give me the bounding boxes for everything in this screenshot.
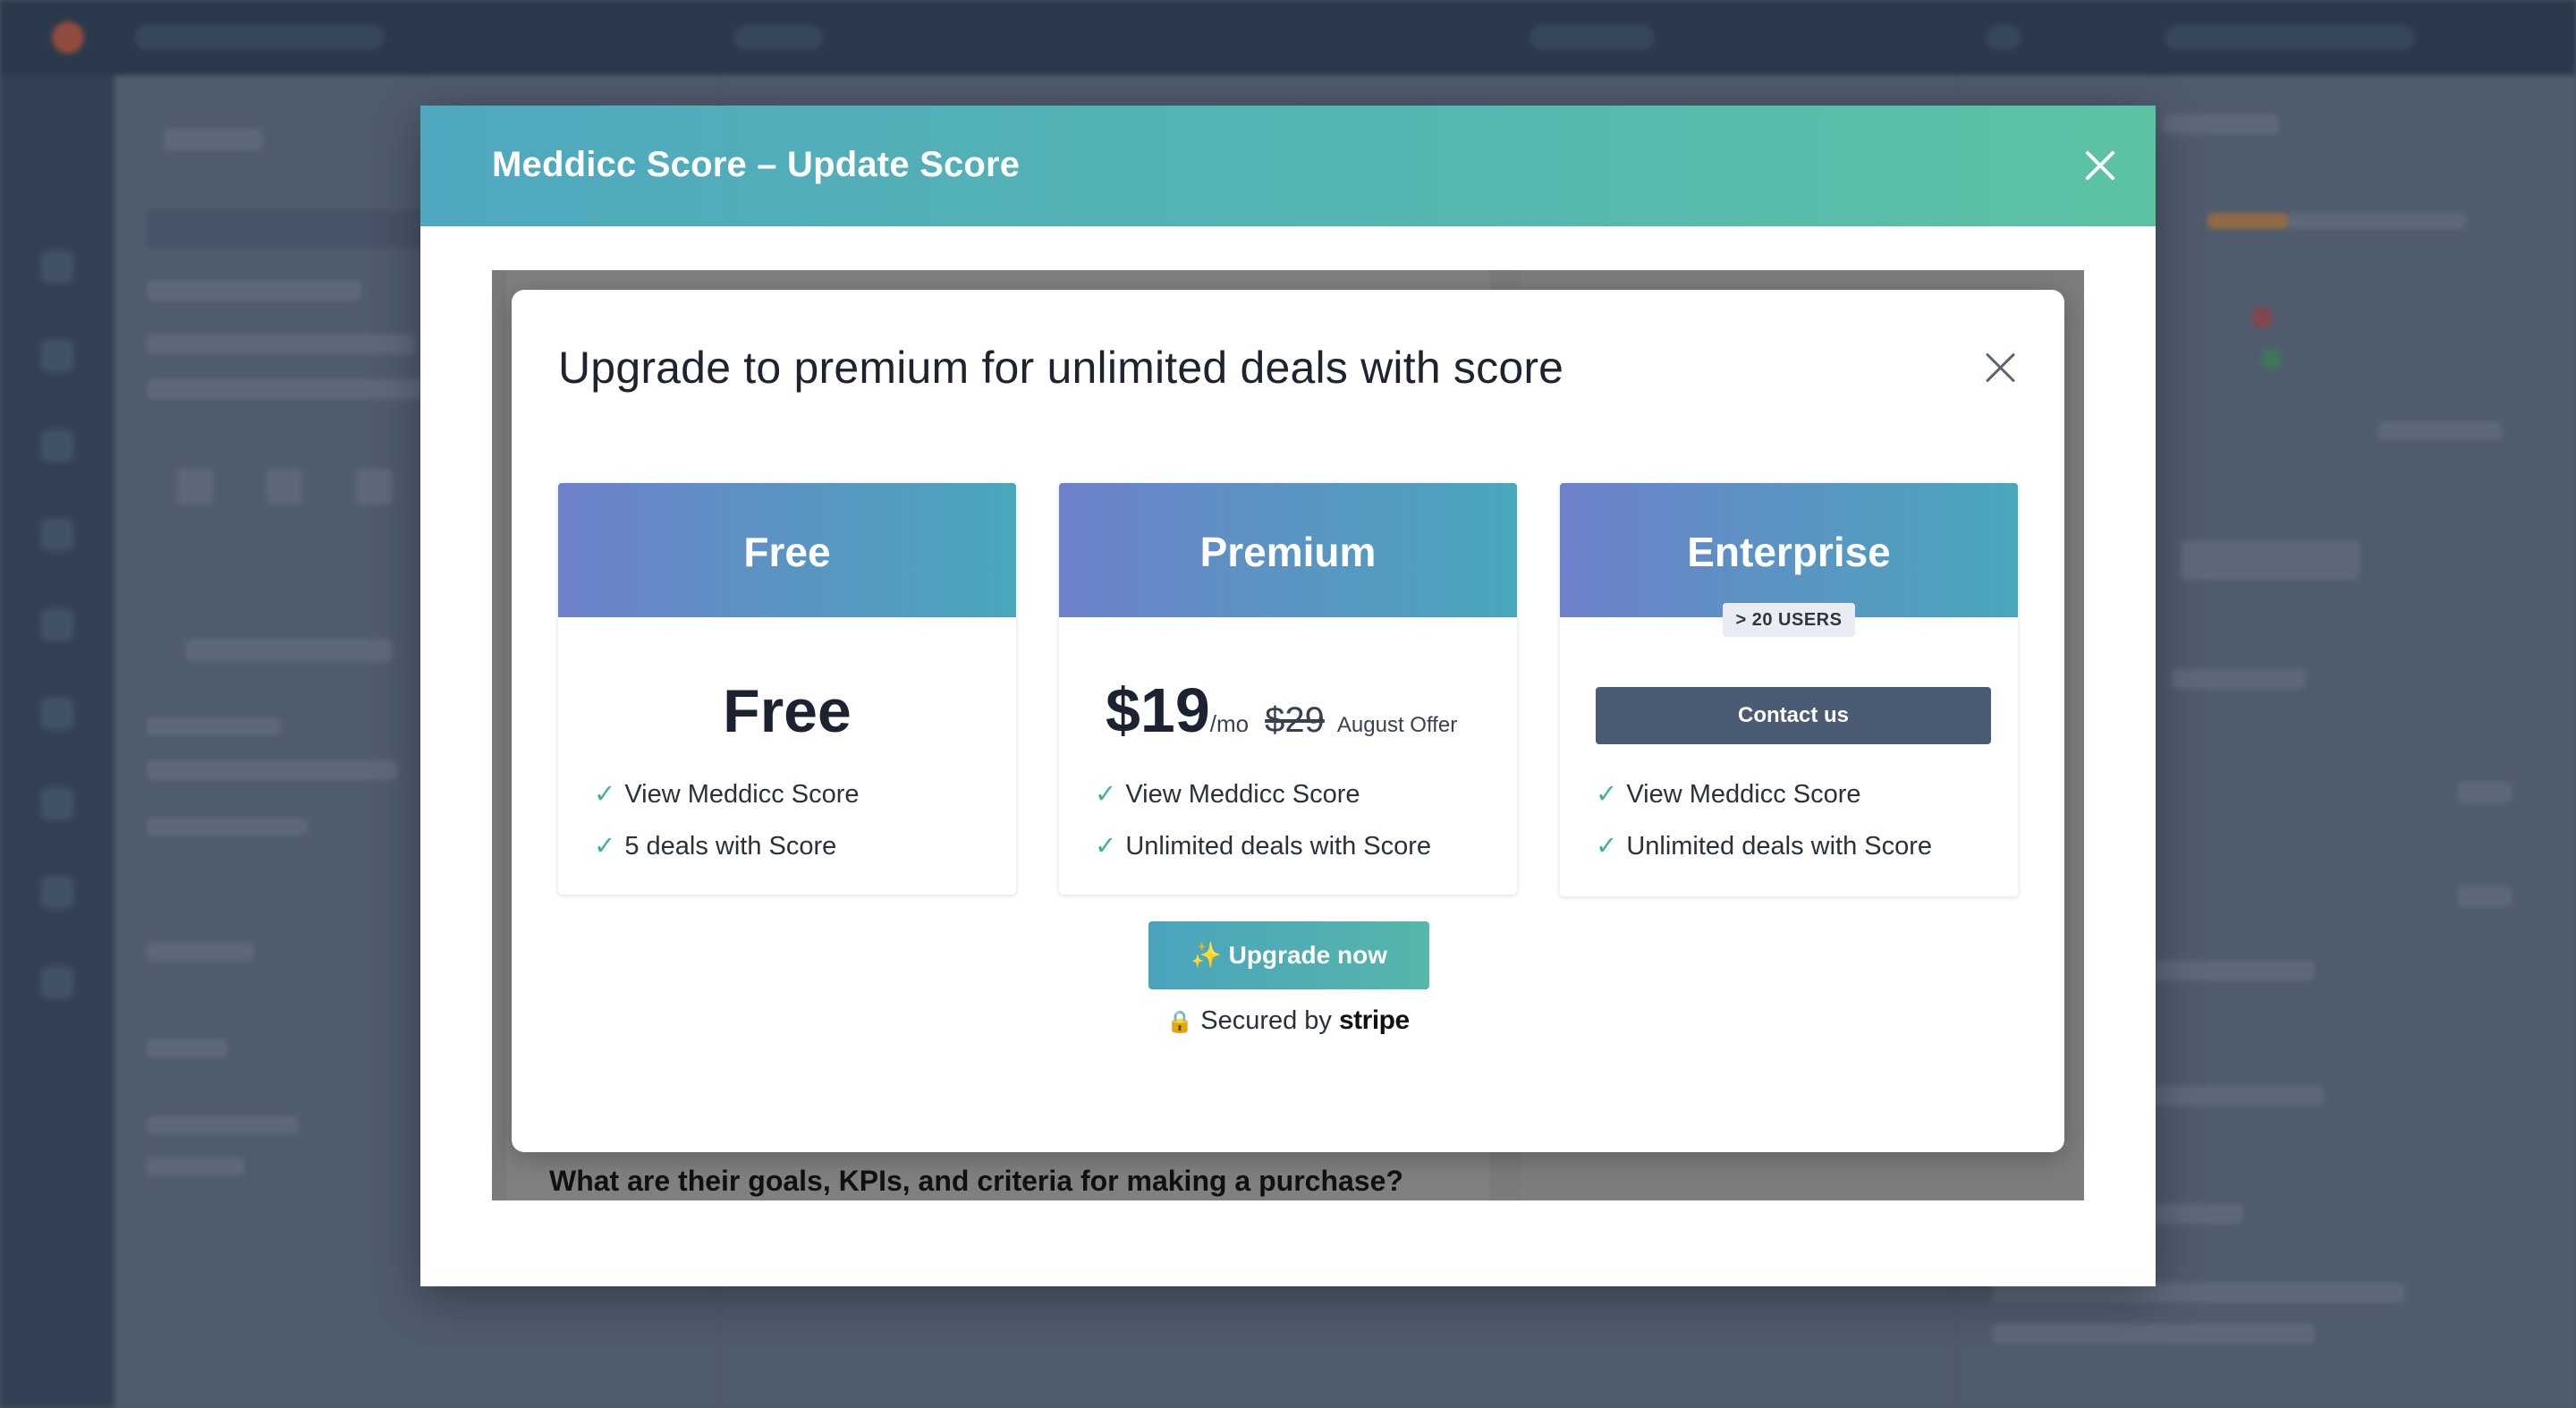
plan-header: Free xyxy=(558,483,1016,617)
upgrade-dialog: Upgrade to premium for unlimited deals w… xyxy=(512,290,2064,1152)
feature-item: ✓ View Meddicc Score xyxy=(1596,780,1861,809)
check-icon: ✓ xyxy=(1095,832,1117,861)
plan-header: Enterprise > 20 USERS xyxy=(1560,483,2018,637)
users-badge: > 20 USERS xyxy=(1723,603,1855,637)
feature-item: ✓ Unlimited deals with Score xyxy=(1095,832,1432,861)
modal-header: Meddicc Score – Update Score xyxy=(420,106,2156,226)
modal-title: Meddicc Score – Update Score xyxy=(492,145,1021,184)
secured-label: Secured by xyxy=(1200,1006,1332,1035)
feature-item: ✓ View Meddicc Score xyxy=(594,780,860,809)
upgrade-now-button[interactable]: ✨ Upgrade now xyxy=(1148,921,1429,989)
old-price: $29 xyxy=(1265,700,1325,740)
close-icon[interactable] xyxy=(1984,351,2018,385)
plan-card-premium: Premium $19/mo $29 August Offer ✓ View Medd… xyxy=(1059,483,1517,895)
plan-name: Premium xyxy=(1199,529,1377,575)
plan-card-free: Free Free ✓ View Meddicc Score ✓ 5 deals w… xyxy=(558,483,1016,895)
feature-item: ✓ View Meddicc Score xyxy=(1095,780,1360,809)
close-icon[interactable] xyxy=(2080,146,2120,185)
check-icon: ✓ xyxy=(1596,832,1618,861)
question-heading: What are their goals, KPIs, and criteria… xyxy=(549,1165,1403,1197)
plan-price: $19/mo $29 August Offer xyxy=(1106,674,1457,746)
check-icon: ✓ xyxy=(1095,780,1117,809)
lock-icon: 🔒 xyxy=(1166,1010,1194,1034)
plan-header: Premium xyxy=(1059,483,1517,617)
plan-name: Free xyxy=(743,529,831,575)
plan-price: Free xyxy=(723,677,852,745)
secured-by-stripe: 🔒 Secured by stripe xyxy=(512,1005,2064,1036)
check-icon: ✓ xyxy=(594,780,616,809)
plan-card-enterprise: Enterprise > 20 USERS Contact us ✓ View M… xyxy=(1560,483,2018,896)
feature-item: ✓ 5 deals with Score xyxy=(594,832,837,861)
price-unit: /mo xyxy=(1209,710,1250,737)
check-icon: ✓ xyxy=(594,832,616,861)
upgrade-title: Upgrade to premium for unlimited deals w… xyxy=(558,343,1564,393)
stripe-logo: stripe xyxy=(1339,1005,1410,1035)
feature-item: ✓ Unlimited deals with Score xyxy=(1596,832,1933,861)
plan-name: Enterprise xyxy=(1687,529,1891,575)
offer-label: August Offer xyxy=(1336,713,1458,737)
check-icon: ✓ xyxy=(1596,780,1618,809)
price-amount: $19 xyxy=(1106,675,1210,745)
contact-us-button[interactable]: Contact us xyxy=(1596,687,1991,744)
